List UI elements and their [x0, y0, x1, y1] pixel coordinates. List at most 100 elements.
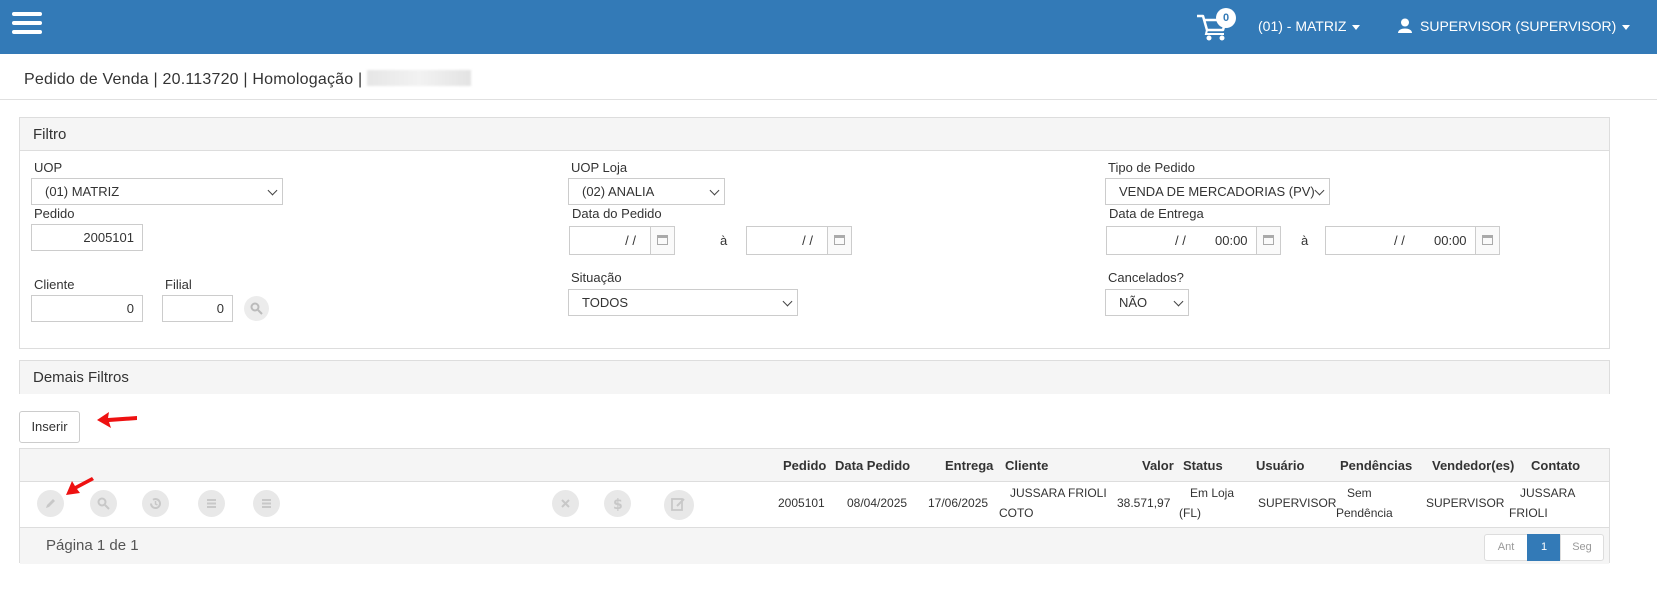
column-header[interactable]: Pedido	[783, 458, 826, 473]
pager-prev-button[interactable]: Ant	[1484, 534, 1528, 561]
cell-entrega: 17/06/2025	[928, 496, 989, 510]
company-menu-label: (01) - MATRIZ	[1258, 18, 1347, 34]
cell-pendencias: Pendência	[1336, 506, 1393, 520]
demais-filtros-panel[interactable]: Demais Filtros	[19, 360, 1610, 394]
date-value: / /	[1394, 233, 1405, 248]
search-icon	[250, 302, 263, 315]
demais-filtros-title: Demais Filtros	[20, 361, 1609, 394]
time-value: 00:00	[1215, 233, 1248, 248]
cell-status: (FL)	[1179, 506, 1201, 520]
uop-select-value: (01) MATRIZ	[45, 184, 120, 199]
date-value: / /	[802, 233, 813, 248]
situacao-label: Situação	[571, 270, 622, 285]
annotation-arrow-icon	[66, 477, 94, 495]
data-entrega-from-input[interactable]: / / 00:00	[1106, 226, 1281, 255]
column-header[interactable]: Contato	[1531, 458, 1580, 473]
cell-valor: 38.571,97	[1117, 496, 1171, 510]
cliente-input[interactable]	[31, 295, 143, 322]
tipo-pedido-select[interactable]: VENDA DE MERCADORIAS (PV)	[1105, 178, 1330, 205]
data-pedido-label: Data do Pedido	[572, 206, 662, 221]
note-edit-button[interactable]	[664, 490, 694, 520]
search-client-button[interactable]	[244, 296, 269, 321]
edit-icon	[46, 499, 55, 508]
page-title-text: Pedido de Venda | 20.113720 | Homologaçã…	[24, 71, 363, 88]
user-menu-label: SUPERVISOR (SUPERVISOR)	[1420, 18, 1617, 34]
column-header[interactable]: Vendedor(es)	[1432, 458, 1514, 473]
data-pedido-from-input[interactable]: / /	[569, 226, 675, 255]
uop-select[interactable]: (01) MATRIZ	[31, 178, 283, 205]
filter-panel: Filtro UOP (01) MATRIZ Pedido Cliente Fi…	[19, 117, 1610, 349]
cell-cliente: JUSSARA FRIOLI	[1010, 486, 1107, 500]
list-icon	[207, 499, 216, 508]
cell-pendencias: Sem	[1347, 486, 1372, 500]
payment-button[interactable]: $	[604, 490, 631, 517]
pager-page-1[interactable]: 1	[1527, 534, 1561, 561]
page-info: Página 1 de 1	[46, 537, 139, 554]
cell-data-pedido: 08/04/2025	[847, 496, 908, 510]
note-edit-icon	[671, 498, 685, 511]
chevron-down-icon	[267, 185, 278, 196]
uop-label: UOP	[34, 160, 63, 175]
date-value: / /	[625, 233, 636, 248]
hamburger-menu-icon[interactable]	[12, 12, 42, 34]
cancel-button[interactable]	[552, 490, 579, 517]
column-header[interactable]: Valor	[1142, 458, 1174, 473]
cell-usuario: SUPERVISOR	[1258, 496, 1337, 510]
column-header[interactable]: Usuário	[1256, 458, 1304, 473]
user-menu[interactable]: SUPERVISOR (SUPERVISOR)	[1398, 18, 1631, 34]
calendar-icon[interactable]	[1475, 227, 1499, 254]
divider	[0, 99, 1657, 100]
uop-loja-select-value: (02) ANALIA	[582, 184, 655, 199]
column-header[interactable]: Entrega	[945, 458, 993, 473]
cell-pedido: 2005101	[778, 496, 825, 510]
history-button[interactable]	[142, 490, 169, 517]
uop-loja-select[interactable]: (02) ANALIA	[568, 178, 725, 205]
cancel-icon	[561, 499, 570, 508]
calendar-icon[interactable]	[827, 227, 851, 254]
table-footer: Página 1 de 1 Ant 1 Seg	[20, 527, 1609, 564]
cell-cliente: COTO	[999, 506, 1034, 520]
history-icon	[149, 498, 161, 510]
filial-label: Filial	[165, 277, 192, 292]
edit-button[interactable]	[37, 490, 64, 517]
tipo-pedido-select-value: VENDA DE MERCADORIAS (PV)	[1119, 184, 1315, 199]
time-value: 00:00	[1434, 233, 1467, 248]
date-value: / /	[1175, 233, 1186, 248]
cell-contato: FRIOLI	[1509, 506, 1548, 520]
table-header: Pedido Data Pedido Entrega Cliente Valor…	[20, 449, 1609, 482]
situacao-select[interactable]: TODOS	[568, 289, 798, 316]
data-pedido-to-input[interactable]: / /	[746, 226, 852, 255]
column-header[interactable]: Cliente	[1005, 458, 1048, 473]
column-header[interactable]: Status	[1183, 458, 1223, 473]
calendar-icon[interactable]	[650, 227, 674, 254]
top-navbar: 0 (01) - MATRIZ SUPERVISOR (SUPERVISOR)	[0, 0, 1657, 54]
calendar-icon[interactable]	[1256, 227, 1280, 254]
data-entrega-label: Data de Entrega	[1109, 206, 1204, 221]
cliente-label: Cliente	[34, 277, 75, 292]
page-title: Pedido de Venda | 20.113720 | Homologaçã…	[24, 70, 472, 89]
chevron-down-icon	[782, 296, 793, 307]
svg-text:$: $	[613, 497, 623, 511]
situacao-select-value: TODOS	[582, 295, 628, 310]
data-entrega-to-input[interactable]: / / 00:00	[1325, 226, 1500, 255]
cancelados-select[interactable]: NÃO	[1105, 289, 1189, 316]
chevron-down-icon	[1314, 185, 1325, 196]
pager-next-button[interactable]: Seg	[1560, 534, 1604, 561]
insert-button[interactable]: Inserir	[19, 411, 80, 443]
filter-panel-title: Filtro	[20, 118, 1609, 151]
user-icon	[1398, 18, 1412, 33]
cell-status: Em Loja	[1190, 486, 1235, 500]
list-button[interactable]	[198, 490, 225, 517]
filial-input[interactable]	[162, 295, 233, 322]
column-header[interactable]: Pendências	[1340, 458, 1412, 473]
range-separator: à	[1301, 233, 1309, 248]
cancelados-select-value: NÃO	[1119, 295, 1148, 310]
annotation-arrow-icon	[97, 412, 137, 428]
cell-vendedor: SUPERVISOR	[1426, 496, 1505, 510]
tipo-pedido-label: Tipo de Pedido	[1108, 160, 1195, 175]
chevron-down-icon	[1173, 296, 1184, 307]
column-header[interactable]: Data Pedido	[835, 458, 910, 473]
company-menu[interactable]: (01) - MATRIZ	[1258, 18, 1361, 34]
pedido-input[interactable]	[31, 224, 143, 251]
menu-button[interactable]	[253, 490, 280, 517]
